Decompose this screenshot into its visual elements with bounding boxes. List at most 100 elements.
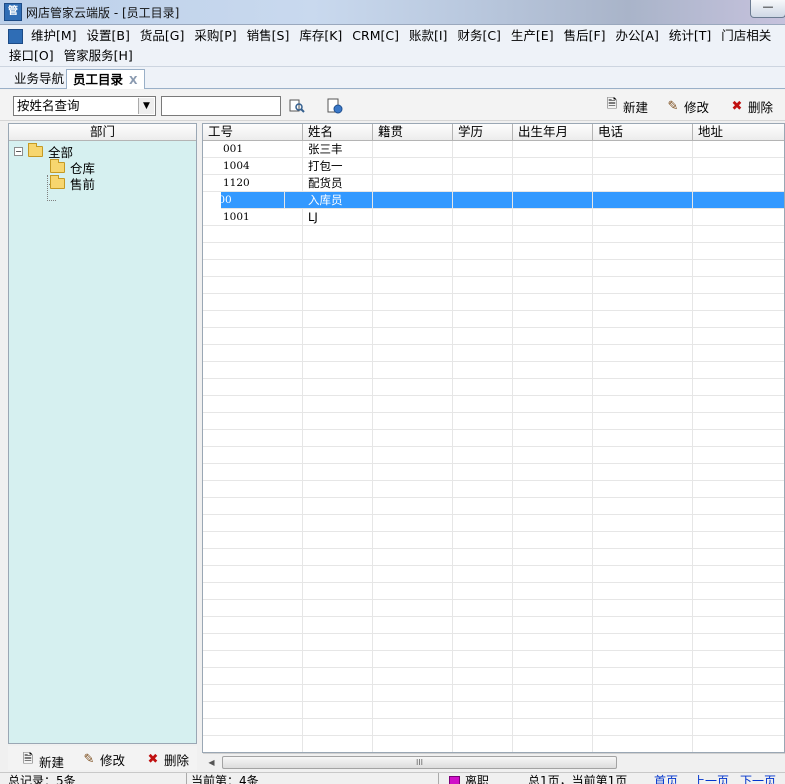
cell-phone: [593, 498, 693, 515]
cell-name: [303, 532, 373, 549]
prev-page-link[interactable]: 上一页: [693, 774, 729, 784]
table-row-empty: [203, 243, 784, 260]
cell-education: [453, 430, 513, 447]
column-header-education[interactable]: 学历: [453, 124, 513, 141]
menu-purchase[interactable]: 采购[P]: [189, 26, 241, 46]
cell-hometown: [373, 158, 453, 175]
cell-id: [203, 430, 303, 447]
cell-phone: [593, 566, 693, 583]
horizontal-scrollbar[interactable]: ◀ III: [203, 753, 785, 770]
menu-office[interactable]: 办公[A]: [611, 26, 664, 46]
cell-education: [453, 515, 513, 532]
cell-hometown: [373, 600, 453, 617]
table-row-empty: [203, 668, 784, 685]
cell-hometown: [373, 583, 453, 600]
delete-employee-button[interactable]: ✖ 删除: [729, 96, 773, 116]
edit-label: 修改: [100, 753, 126, 768]
cell-phone: [593, 447, 693, 464]
tab-close-icon[interactable]: X: [129, 74, 137, 87]
new-employee-button[interactable]: 🗎 新建: [604, 96, 648, 116]
table-row[interactable]: 1001 LJ: [203, 209, 784, 226]
cell-education: [453, 379, 513, 396]
app-icon: 管: [4, 3, 22, 21]
cell-birth: [513, 481, 593, 498]
edit-employee-button[interactable]: ✎ 修改: [665, 96, 709, 116]
cell-education: [453, 260, 513, 277]
menu-maintenance[interactable]: 维护[M]: [26, 26, 82, 46]
menu-interface[interactable]: 接口[O]: [0, 46, 59, 66]
cell-hometown: [373, 549, 453, 566]
new-department-button[interactable]: 🗎 新建: [20, 750, 64, 772]
cell-education: [453, 651, 513, 668]
column-header-phone[interactable]: 电话: [593, 124, 693, 141]
first-page-link[interactable]: 首页: [654, 774, 678, 784]
menu-service[interactable]: 管家服务[H]: [59, 46, 138, 66]
cell-phone: [593, 515, 693, 532]
menu-store[interactable]: 门店相关: [716, 26, 776, 46]
tree-node-all[interactable]: − 全部: [14, 142, 73, 160]
column-header-hometown[interactable]: 籍贯: [373, 124, 453, 141]
cell-hometown: [373, 719, 453, 736]
cell-phone: [593, 430, 693, 447]
table-row-empty: [203, 532, 784, 549]
cell-hometown: [373, 736, 453, 752]
cell-birth: [513, 294, 593, 311]
tab-label: 员工目录: [73, 72, 124, 87]
status-divider: [186, 773, 187, 784]
table-row[interactable]: 1100 入库员: [205, 192, 784, 209]
cell-birth: [513, 226, 593, 243]
menu-after-sales[interactable]: 售后[F]: [559, 26, 611, 46]
menu-accounts[interactable]: 账款[I]: [404, 26, 452, 46]
menu-goods[interactable]: 货品[G]: [135, 26, 189, 46]
table-row[interactable]: 1120 配货员: [203, 175, 784, 192]
menu-production[interactable]: 生产[E]: [506, 26, 559, 46]
table-row-empty: [203, 651, 784, 668]
column-header-id[interactable]: 工号: [203, 124, 303, 141]
table-row-empty: [203, 498, 784, 515]
chevron-down-icon[interactable]: ▼: [138, 98, 154, 114]
search-icon[interactable]: [289, 98, 305, 114]
menu-statistics[interactable]: 统计[T]: [664, 26, 716, 46]
cell-address: [693, 481, 784, 498]
cell-birth: [513, 260, 593, 277]
resigned-legend-label: 离职: [465, 774, 490, 784]
scroll-left-icon[interactable]: ◀: [203, 754, 220, 771]
menu-settings[interactable]: 设置[B]: [82, 26, 135, 46]
department-actions: 🗎 新建 ✎ 修改 ✖ 删除: [8, 746, 197, 770]
search-input[interactable]: [161, 96, 281, 116]
table-row[interactable]: 1004 打包一: [203, 158, 784, 175]
collapse-icon[interactable]: −: [14, 146, 23, 156]
cell-hometown: [373, 634, 453, 651]
menu-app-icon[interactable]: [8, 28, 23, 44]
column-header-name[interactable]: 姓名: [303, 124, 373, 141]
cell-birth: [513, 243, 593, 260]
cell-birth: [513, 311, 593, 328]
cell-education: [453, 566, 513, 583]
tab-business-nav[interactable]: 业务导航: [8, 69, 70, 89]
search-mode-select[interactable]: 按姓名查询 ▼: [13, 96, 156, 116]
column-header-address[interactable]: 地址: [693, 124, 784, 141]
cell-hometown: [373, 430, 453, 447]
search-mode-value: 按姓名查询: [17, 98, 80, 113]
menu-crm[interactable]: CRM[C]: [347, 26, 404, 46]
tree-node-presales[interactable]: 售前: [50, 174, 95, 192]
next-page-link[interactable]: 下一页: [740, 774, 776, 784]
cell-hometown: [373, 668, 453, 685]
cell-name: [303, 464, 373, 481]
minimize-button[interactable]: —: [750, 0, 785, 18]
edit-department-button[interactable]: ✎ 修改: [81, 750, 125, 769]
menu-sales[interactable]: 销售[S]: [242, 26, 295, 46]
tab-employee-directory[interactable]: 员工目录 X: [66, 69, 145, 89]
cell-hometown: [373, 328, 453, 345]
menu-inventory[interactable]: 库存[K]: [294, 26, 347, 46]
column-header-birth[interactable]: 出生年月: [513, 124, 593, 141]
advanced-search-icon[interactable]: [327, 98, 343, 114]
scroll-thumb[interactable]: III: [222, 756, 617, 769]
table-row-empty: [203, 345, 784, 362]
cell-name: [303, 651, 373, 668]
menu-finance[interactable]: 财务[C]: [452, 26, 505, 46]
cell-hometown: [373, 413, 453, 430]
delete-department-button[interactable]: ✖ 删除: [145, 750, 189, 769]
cell-address: [693, 294, 784, 311]
table-row[interactable]: 001 张三丰: [203, 141, 784, 158]
